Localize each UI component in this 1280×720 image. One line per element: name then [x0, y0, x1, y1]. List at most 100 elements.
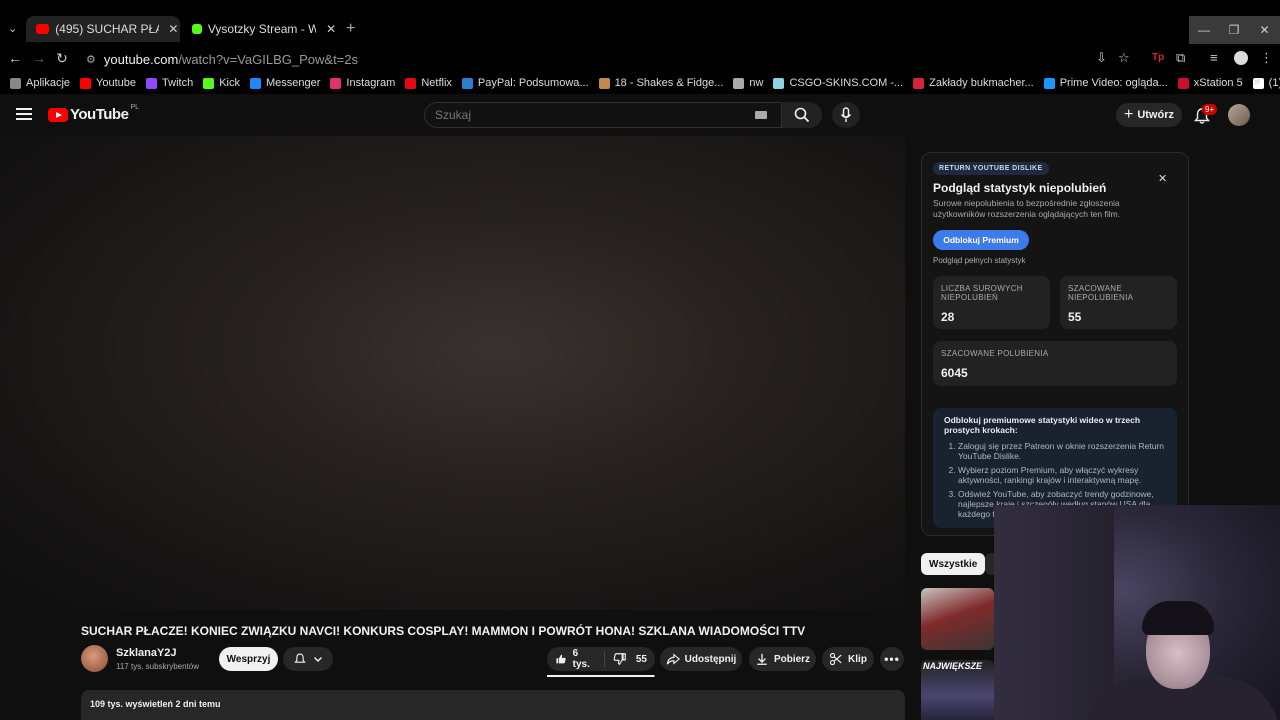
new-tab-button[interactable]: +: [346, 20, 355, 38]
apps-grid-icon: [10, 77, 21, 89]
bookmark-betting[interactable]: Zakłady bukmacher...: [913, 77, 1034, 89]
profile-icon[interactable]: [1234, 51, 1248, 65]
search-input[interactable]: [435, 108, 755, 122]
scissors-icon: [829, 652, 842, 666]
download-button[interactable]: Pobierz: [749, 647, 816, 671]
install-app-icon[interactable]: ⇩: [1096, 50, 1107, 66]
plus-icon: +: [1123, 106, 1134, 123]
like-button[interactable]: 6 tys.: [547, 648, 605, 670]
bookmark-globe[interactable]: CSGO-SKINS.COM -...: [773, 77, 903, 89]
create-button[interactable]: + Utwórz: [1116, 103, 1182, 127]
share-button[interactable]: Udostępnij: [660, 647, 742, 671]
more-actions-button[interactable]: •••: [880, 647, 904, 671]
more-bookmarks-icon[interactable]: »: [1254, 76, 1260, 88]
keyboard-icon[interactable]: [755, 111, 767, 119]
bookmark-paypal[interactable]: PayPal: Podsumowa...: [461, 77, 589, 89]
close-tab-icon[interactable]: ✕: [167, 22, 180, 36]
browser-tab-youtube[interactable]: (495) SUCHAR PŁACZE! KONIEC ✕: [26, 16, 180, 42]
bookmark-label: Kick: [219, 77, 240, 89]
bookmark-apps-grid[interactable]: Aplikacje: [10, 77, 70, 89]
bookmark-prime[interactable]: Prime Video: ogląda...: [1043, 77, 1168, 89]
bookmark-messenger[interactable]: Messenger: [249, 77, 321, 89]
webcam-overlay: [994, 505, 1280, 720]
dislike-button[interactable]: 55: [605, 652, 655, 666]
stat-value: 6045: [941, 366, 968, 380]
url-field[interactable]: ⚙ youtube.com/watch?v=VaGILBG_Pow&t=2s: [80, 47, 1140, 71]
chip-all[interactable]: Wszystkie: [921, 553, 986, 575]
bell-icon: [294, 653, 306, 663]
subscription-bell-button[interactable]: [283, 647, 333, 671]
bookmark-label: (1) Explore / X: [1268, 77, 1280, 89]
related-video-thumbnail[interactable]: [921, 588, 994, 650]
stat-value: 55: [1068, 310, 1082, 324]
address-bar: ← → ↻ ⚙ youtube.com/watch?v=VaGILBG_Pow&…: [0, 46, 1280, 72]
media-control-icon[interactable]: ≡: [1210, 50, 1218, 65]
bookmark-instagram[interactable]: Instagram: [330, 77, 395, 89]
messenger-icon: [249, 77, 261, 89]
voice-search-button[interactable]: [832, 102, 860, 128]
forward-icon[interactable]: →: [29, 50, 49, 66]
bookmark-youtube[interactable]: Youtube: [80, 77, 136, 89]
search-button[interactable]: [782, 102, 822, 128]
description-box[interactable]: 109 tys. wyświetleń 2 dni temu: [81, 690, 905, 720]
close-icon[interactable]: ✕: [1158, 172, 1167, 185]
search-box: [424, 102, 782, 128]
bookmark-label: Zakłady bukmacher...: [929, 77, 1034, 89]
step-item: Wybierz poziom Premium, aby włączyć wykr…: [958, 465, 1166, 485]
account-avatar[interactable]: [1228, 104, 1250, 126]
kick-icon: [203, 77, 215, 89]
menu-hamburger-icon[interactable]: [16, 108, 32, 120]
stat-label: SZACOWANE NIEPOLUBIENIA: [1068, 284, 1134, 302]
browser-tab-kick[interactable]: Vysotzky Stream - Watch Live o ✕: [182, 16, 338, 42]
bookmark-netflix[interactable]: Netflix: [405, 77, 452, 89]
share-label: Udostępnij: [684, 653, 737, 665]
subscriber-count: 117 tys. subskrybentów: [116, 662, 200, 671]
logo-country: PL: [130, 104, 139, 111]
bookmark-xstation[interactable]: xStation 5: [1177, 77, 1243, 89]
more-horizontal-icon: •••: [884, 652, 900, 666]
tab-title: Vysotzky Stream - Watch Live o: [207, 22, 317, 36]
bookmark-folder[interactable]: nw: [733, 77, 763, 89]
clip-button[interactable]: Klip: [822, 647, 874, 671]
bookmark-game[interactable]: 18 - Shakes & Fidge...: [598, 77, 723, 89]
support-button[interactable]: Wesprzyj: [219, 647, 278, 671]
bookmark-label: CSGO-SKINS.COM -...: [789, 77, 904, 89]
url-host: youtube.com: [103, 51, 179, 67]
site-settings-icon[interactable]: ⚙: [86, 53, 96, 66]
bookmark-twitch[interactable]: Twitch: [146, 77, 193, 89]
bookmark-label: Aplikacje: [26, 77, 71, 89]
unlock-premium-button[interactable]: Odblokuj Premium: [933, 230, 1029, 250]
bookmark-label: Messenger: [265, 77, 321, 89]
restore-button[interactable]: ❐: [1219, 16, 1249, 44]
bookmark-star-icon[interactable]: ☆: [1118, 50, 1130, 66]
globe-icon: [773, 77, 785, 89]
url-path: /watch?v=VaGILBG_Pow&t=2s: [178, 51, 359, 67]
download-label: Pobierz: [773, 653, 811, 665]
share-arrow-icon: [666, 653, 680, 665]
youtube-logo[interactable]: YouTube PL: [48, 104, 139, 123]
close-tab-icon[interactable]: ✕: [324, 22, 338, 36]
bookmark-kick[interactable]: Kick: [203, 77, 240, 89]
reload-icon[interactable]: ↻: [52, 50, 72, 67]
channel-avatar[interactable]: [81, 645, 108, 672]
video-player[interactable]: [0, 136, 905, 610]
browser-tab-strip: ⌄ (495) SUCHAR PŁACZE! KONIEC ✕ Vysotzky…: [0, 0, 1280, 46]
tab-search-chevron-icon[interactable]: ⌄: [8, 22, 17, 35]
like-ratio-bar: [547, 675, 655, 677]
estimated-dislikes-card: SZACOWANE NIEPOLUBIENIA 55: [1060, 276, 1177, 329]
minimize-button[interactable]: —: [1189, 16, 1219, 44]
like-ratio-fill: [547, 675, 654, 677]
back-icon[interactable]: ←: [5, 50, 25, 66]
bookmark-label: Prime Video: ogląda...: [1059, 77, 1168, 89]
youtube-play-icon: [48, 107, 68, 122]
extension-icon[interactable]: Tp: [1152, 52, 1164, 63]
extensions-puzzle-icon[interactable]: ⧉: [1176, 50, 1185, 66]
video-title: SUCHAR PŁACZE! KONIEC ZWIĄZKU NAVCI! KON…: [81, 624, 806, 638]
channel-name[interactable]: SzklanaY2J: [116, 647, 177, 659]
view-count-date: 109 tys. wyświetleń 2 dni temu: [90, 699, 221, 709]
menu-kebab-icon[interactable]: ⋮: [1260, 50, 1273, 66]
related-video-thumbnail[interactable]: NAJWIĘKSZE: [921, 660, 994, 720]
kick-icon: [192, 24, 202, 34]
close-window-button[interactable]: ✕: [1249, 16, 1280, 44]
step-item: Zaloguj się przez Patreon w oknie rozsze…: [958, 441, 1166, 461]
